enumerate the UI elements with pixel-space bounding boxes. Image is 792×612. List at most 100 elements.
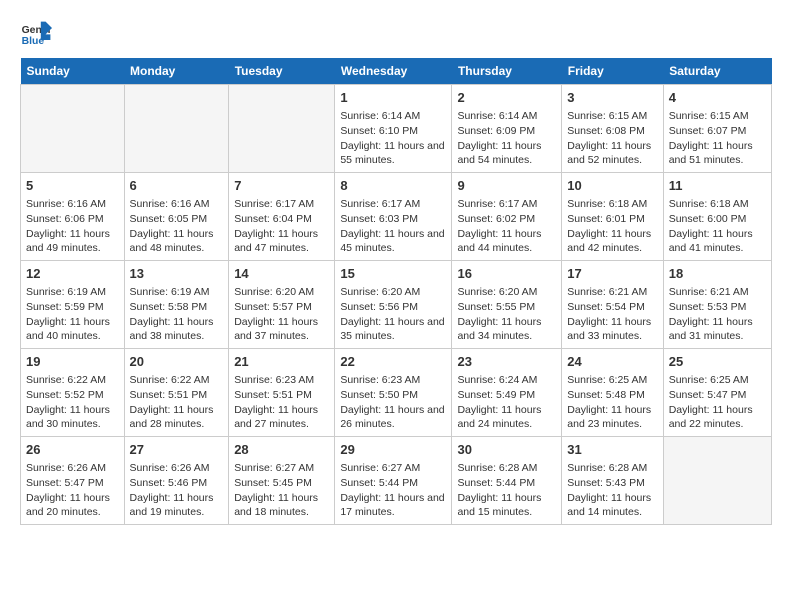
calendar-cell: 10Sunrise: 6:18 AMSunset: 6:01 PMDayligh… — [562, 173, 663, 261]
sunrise-text: Sunrise: 6:25 AM — [669, 374, 749, 386]
calendar-cell: 17Sunrise: 6:21 AMSunset: 5:54 PMDayligh… — [562, 261, 663, 349]
sunrise-text: Sunrise: 6:15 AM — [567, 110, 647, 122]
calendar-cell: 31Sunrise: 6:28 AMSunset: 5:43 PMDayligh… — [562, 437, 663, 525]
sunrise-text: Sunrise: 6:26 AM — [26, 462, 106, 474]
sunrise-text: Sunrise: 6:20 AM — [234, 286, 314, 298]
sunset-text: Sunset: 6:04 PM — [234, 213, 312, 225]
daylight-text: Daylight: 11 hours and 30 minutes. — [26, 404, 110, 431]
day-number: 1 — [340, 89, 446, 107]
day-number: 16 — [457, 265, 556, 283]
daylight-text: Daylight: 11 hours and 52 minutes. — [567, 140, 651, 167]
calendar-cell: 21Sunrise: 6:23 AMSunset: 5:51 PMDayligh… — [229, 349, 335, 437]
sunrise-text: Sunrise: 6:14 AM — [340, 110, 420, 122]
day-number: 29 — [340, 441, 446, 459]
sunset-text: Sunset: 5:47 PM — [26, 477, 104, 489]
day-header-saturday: Saturday — [663, 58, 771, 85]
calendar-cell — [663, 437, 771, 525]
day-number: 25 — [669, 353, 766, 371]
sunset-text: Sunset: 5:54 PM — [567, 301, 645, 313]
sunset-text: Sunset: 6:08 PM — [567, 125, 645, 137]
day-number: 23 — [457, 353, 556, 371]
calendar-cell: 13Sunrise: 6:19 AMSunset: 5:58 PMDayligh… — [124, 261, 229, 349]
daylight-text: Daylight: 11 hours and 33 minutes. — [567, 316, 651, 343]
logo-icon: General Blue — [20, 20, 52, 48]
sunset-text: Sunset: 5:52 PM — [26, 389, 104, 401]
sunrise-text: Sunrise: 6:19 AM — [26, 286, 106, 298]
sunrise-text: Sunrise: 6:24 AM — [457, 374, 537, 386]
daylight-text: Daylight: 11 hours and 28 minutes. — [130, 404, 214, 431]
day-number: 2 — [457, 89, 556, 107]
daylight-text: Daylight: 11 hours and 14 minutes. — [567, 492, 651, 519]
sunrise-text: Sunrise: 6:27 AM — [340, 462, 420, 474]
sunrise-text: Sunrise: 6:14 AM — [457, 110, 537, 122]
sunrise-text: Sunrise: 6:27 AM — [234, 462, 314, 474]
day-number: 4 — [669, 89, 766, 107]
daylight-text: Daylight: 11 hours and 45 minutes. — [340, 228, 444, 255]
calendar-cell: 26Sunrise: 6:26 AMSunset: 5:47 PMDayligh… — [21, 437, 125, 525]
calendar-cell: 12Sunrise: 6:19 AMSunset: 5:59 PMDayligh… — [21, 261, 125, 349]
day-number: 8 — [340, 177, 446, 195]
sunset-text: Sunset: 5:59 PM — [26, 301, 104, 313]
sunset-text: Sunset: 5:46 PM — [130, 477, 208, 489]
day-number: 14 — [234, 265, 329, 283]
week-row-4: 19 Sunrise: 6:22 AM Sunset: 5:52 PM Dayligh… — [21, 349, 772, 437]
sunrise-text: Sunrise: 6:17 AM — [234, 198, 314, 210]
sunrise-text: Sunrise: 6:21 AM — [669, 286, 749, 298]
calendar-cell: 9Sunrise: 6:17 AMSunset: 6:02 PMDaylight… — [452, 173, 562, 261]
sunrise-text: Sunrise: 6:16 AM — [130, 198, 210, 210]
sunset-text: Sunset: 5:47 PM — [669, 389, 747, 401]
calendar-table: SundayMondayTuesdayWednesdayThursdayFrid… — [20, 58, 772, 525]
calendar-cell — [229, 85, 335, 173]
sunset-text: Sunset: 6:10 PM — [340, 125, 418, 137]
day-number: 28 — [234, 441, 329, 459]
week-row-1: 1 Sunrise: 6:14 AM Sunset: 6:10 PM Daylight… — [21, 85, 772, 173]
day-number: 26 — [26, 441, 119, 459]
sunrise-text: Sunrise: 6:28 AM — [457, 462, 537, 474]
sunrise-text: Sunrise: 6:22 AM — [130, 374, 210, 386]
sunset-text: Sunset: 5:50 PM — [340, 389, 418, 401]
sunrise-text: Sunrise: 6:22 AM — [26, 374, 106, 386]
day-header-thursday: Thursday — [452, 58, 562, 85]
daylight-text: Daylight: 11 hours and 47 minutes. — [234, 228, 318, 255]
calendar-cell: 15Sunrise: 6:20 AMSunset: 5:56 PMDayligh… — [335, 261, 452, 349]
day-number: 19 — [26, 353, 119, 371]
daylight-text: Daylight: 11 hours and 41 minutes. — [669, 228, 753, 255]
sunset-text: Sunset: 6:03 PM — [340, 213, 418, 225]
calendar-cell: 20Sunrise: 6:22 AMSunset: 5:51 PMDayligh… — [124, 349, 229, 437]
sunrise-text: Sunrise: 6:16 AM — [26, 198, 106, 210]
sunrise-text: Sunrise: 6:23 AM — [234, 374, 314, 386]
day-number: 9 — [457, 177, 556, 195]
daylight-text: Daylight: 11 hours and 34 minutes. — [457, 316, 541, 343]
sunrise-text: Sunrise: 6:26 AM — [130, 462, 210, 474]
calendar-cell: 1Sunrise: 6:14 AMSunset: 6:10 PMDaylight… — [335, 85, 452, 173]
sunrise-text: Sunrise: 6:21 AM — [567, 286, 647, 298]
calendar-cell: 23Sunrise: 6:24 AMSunset: 5:49 PMDayligh… — [452, 349, 562, 437]
day-header-tuesday: Tuesday — [229, 58, 335, 85]
logo: General Blue — [20, 20, 52, 48]
day-number: 27 — [130, 441, 224, 459]
day-number: 10 — [567, 177, 657, 195]
calendar-cell — [124, 85, 229, 173]
daylight-text: Daylight: 11 hours and 48 minutes. — [130, 228, 214, 255]
week-row-3: 12Sunrise: 6:19 AMSunset: 5:59 PMDayligh… — [21, 261, 772, 349]
day-header-monday: Monday — [124, 58, 229, 85]
daylight-text: Daylight: 11 hours and 15 minutes. — [457, 492, 541, 519]
sunset-text: Sunset: 5:58 PM — [130, 301, 208, 313]
daylight-text: Daylight: 11 hours and 44 minutes. — [457, 228, 541, 255]
daylight-text: Daylight: 11 hours and 17 minutes. — [340, 492, 444, 519]
sunrise-text: Sunrise: 6:17 AM — [340, 198, 420, 210]
sunset-text: Sunset: 5:56 PM — [340, 301, 418, 313]
sunset-text: Sunset: 5:53 PM — [669, 301, 747, 313]
calendar-cell: 18Sunrise: 6:21 AMSunset: 5:53 PMDayligh… — [663, 261, 771, 349]
sunrise-text: Sunrise: 6:18 AM — [669, 198, 749, 210]
daylight-text: Daylight: 11 hours and 19 minutes. — [130, 492, 214, 519]
calendar-cell: 28Sunrise: 6:27 AMSunset: 5:45 PMDayligh… — [229, 437, 335, 525]
day-number: 6 — [130, 177, 224, 195]
sunrise-text: Sunrise: 6:20 AM — [340, 286, 420, 298]
sunset-text: Sunset: 6:01 PM — [567, 213, 645, 225]
sunset-text: Sunset: 5:49 PM — [457, 389, 535, 401]
daylight-text: Daylight: 11 hours and 35 minutes. — [340, 316, 444, 343]
sunrise-text: Sunrise: 6:28 AM — [567, 462, 647, 474]
sunset-text: Sunset: 6:07 PM — [669, 125, 747, 137]
sunset-text: Sunset: 6:06 PM — [26, 213, 104, 225]
